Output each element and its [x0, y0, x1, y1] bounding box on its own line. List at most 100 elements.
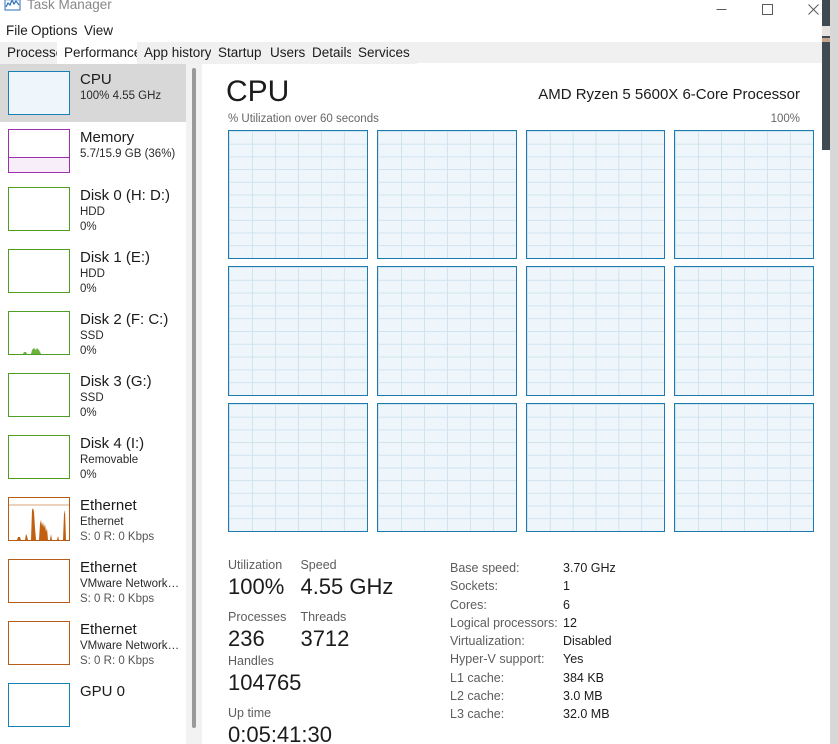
- stat-processes: Processes 236: [228, 609, 296, 653]
- logical-processor-graph-11[interactable]: [674, 402, 814, 532]
- sidebar-item-gpu-0[interactable]: GPU 0: [0, 676, 186, 734]
- logical-processor-graph-8[interactable]: [228, 402, 368, 532]
- sidebar-item-label: Memory: [80, 129, 135, 146]
- logical-processor-graph-3[interactable]: [674, 130, 814, 260]
- sidebar-scrollbar-thumb[interactable]: [192, 68, 196, 728]
- graph-gridlines: [377, 131, 516, 259]
- graph-gridlines: [229, 267, 367, 395]
- cpu-primary-stats: Utilization 100% Speed 4.55 GHz Processe…: [228, 557, 443, 744]
- sidebar-item-type: HDD: [80, 268, 105, 280]
- sidebar-item-type: SSD: [80, 392, 104, 404]
- task-manager-icon: [4, 0, 21, 13]
- title-bar: Task Manager: [0, 0, 822, 22]
- tab-services[interactable]: Services: [351, 42, 417, 64]
- logical-processor-grid[interactable]: [228, 130, 814, 532]
- spec-value: 12: [563, 615, 577, 630]
- sidebar-item-type: HDD: [80, 206, 105, 218]
- logical-processor-graph-2[interactable]: [525, 130, 666, 260]
- stat-label: Handles: [228, 654, 274, 668]
- graph-gridlines: [526, 131, 665, 259]
- stat-value: 0:05:41:30: [228, 722, 332, 744]
- sidebar-item-label: Ethernet: [80, 621, 137, 638]
- cpu-specifications: Base speed: 3.70 GHz Sockets: 1 Cores: 6…: [450, 559, 790, 724]
- window-title: Task Manager: [27, 0, 112, 12]
- sidebar-item-cpu[interactable]: CPU 100% 4.55 GHz: [0, 64, 186, 122]
- logical-processor-graph-1[interactable]: [376, 130, 517, 260]
- sidebar-item-usage: 0%: [80, 407, 97, 419]
- sidebar-item-label: Disk 3 (G:): [80, 373, 152, 390]
- tab-performance[interactable]: Performance: [57, 42, 149, 64]
- stat-label: Processes: [228, 610, 287, 624]
- disk-thumbnail-graph: [8, 311, 70, 355]
- sidebar-item-disk-2[interactable]: Disk 2 (F: C:) SSD 0%: [0, 304, 186, 366]
- sidebar-item-disk-1[interactable]: Disk 1 (E:) HDD 0%: [0, 242, 186, 304]
- tab-app-history[interactable]: App history: [137, 42, 219, 64]
- spec-l2-cache: L2 cache: 3.0 MB: [450, 687, 790, 705]
- network-thumbnail-graph: [8, 497, 70, 541]
- cpu-statistics: Utilization 100% Speed 4.55 GHz Processe…: [228, 557, 814, 744]
- gpu-thumbnail-graph: [8, 683, 70, 727]
- sidebar-item-type: SSD: [80, 330, 104, 342]
- memory-thumbnail-graph: [8, 129, 70, 173]
- logical-processor-graph-5[interactable]: [376, 266, 517, 396]
- sidebar-item-usage: 0%: [80, 345, 97, 357]
- sidebar-item-disk-4[interactable]: Disk 4 (I:) Removable 0%: [0, 428, 186, 490]
- sidebar-item-label: Ethernet: [80, 559, 137, 576]
- memory-usage-fill: [9, 156, 69, 172]
- spec-key: Cores:: [450, 597, 487, 612]
- spec-value: 6: [563, 597, 570, 612]
- logical-processor-graph-7[interactable]: [674, 266, 814, 396]
- spec-key: L1 cache:: [450, 670, 505, 685]
- spec-logical-processors: Logical processors: 12: [450, 614, 790, 632]
- sidebar-item-disk-0[interactable]: Disk 0 (H: D:) HDD 0%: [0, 180, 186, 242]
- sidebar-item-label: GPU 0: [80, 683, 126, 700]
- tab-startup[interactable]: Startup: [211, 42, 269, 64]
- spec-key: Hyper-V support:: [450, 652, 545, 667]
- background-window-artifact-a: [822, 26, 830, 36]
- minimize-button[interactable]: [698, 0, 744, 22]
- sidebar-item-ethernet-0[interactable]: Ethernet Ethernet S: 0 R: 0 Kbps: [0, 490, 186, 552]
- spec-value: Disabled: [563, 634, 612, 649]
- stat-row-processes-threads-handles: Processes 236 Threads 3712 Handles 10476…: [228, 609, 443, 697]
- sidebar-item-detail: 5.7/15.9 GB (36%): [80, 148, 176, 160]
- cpu-model-name: AMD Ryzen 5 5600X 6-Core Processor: [538, 86, 800, 103]
- logical-processor-graph-10[interactable]: [525, 402, 666, 532]
- menu-view[interactable]: View: [78, 20, 119, 41]
- sidebar-item-usage: 0%: [80, 221, 97, 233]
- background-window-artifact-b: [822, 38, 830, 42]
- stat-value: 236: [228, 626, 265, 651]
- cpu-thumbnail-graph: [8, 71, 70, 115]
- maximize-button[interactable]: [744, 0, 790, 22]
- spec-cores: Cores: 6: [450, 596, 790, 614]
- graph-gridlines: [675, 403, 813, 531]
- spec-l1-cache: L1 cache: 384 KB: [450, 669, 790, 687]
- background-window-edge-lower: [822, 150, 830, 744]
- sidebar-item-throughput: S: 0 R: 0 Kbps: [80, 655, 155, 667]
- graph-gridlines: [377, 267, 516, 395]
- logical-processor-graph-4[interactable]: [228, 266, 368, 396]
- spec-value: Yes: [563, 652, 584, 667]
- sidebar-item-adapter: VMware Network ...: [80, 640, 180, 652]
- menu-options[interactable]: Options: [25, 20, 84, 41]
- content-area: CPU 100% 4.55 GHz Memory 5.7/15.9 GB (36…: [0, 64, 822, 744]
- logical-processor-graph-0[interactable]: [228, 130, 368, 260]
- logical-processor-graph-6[interactable]: [525, 266, 666, 396]
- sidebar-item-memory[interactable]: Memory 5.7/15.9 GB (36%): [0, 122, 186, 180]
- resource-sidebar[interactable]: CPU 100% 4.55 GHz Memory 5.7/15.9 GB (36…: [0, 64, 186, 744]
- sidebar-item-label: Disk 1 (E:): [80, 249, 151, 266]
- sidebar-item-ethernet-2[interactable]: Ethernet VMware Network ... S: 0 R: 0 Kb…: [0, 614, 186, 676]
- logical-processor-graph-9[interactable]: [376, 402, 517, 532]
- disk-thumbnail-graph: [8, 187, 70, 231]
- sidebar-item-adapter: Ethernet: [80, 516, 124, 528]
- sidebar-item-ethernet-1[interactable]: Ethernet VMware Network ... S: 0 R: 0 Kb…: [0, 552, 186, 614]
- disk-thumbnail-graph: [8, 249, 70, 293]
- stat-value: 104765: [228, 670, 302, 695]
- menu-bar: File Options View: [0, 20, 822, 41]
- graph-gridlines: [377, 403, 516, 531]
- sidebar-item-label: Disk 2 (F: C:): [80, 311, 169, 328]
- spec-key: L2 cache:: [450, 689, 505, 704]
- sidebar-item-detail: 100% 4.55 GHz: [80, 90, 162, 102]
- spec-key: Base speed:: [450, 561, 520, 575]
- sidebar-item-disk-3[interactable]: Disk 3 (G:) SSD 0%: [0, 366, 186, 428]
- task-manager-window: Task Manager File Options View Processes…: [0, 0, 838, 744]
